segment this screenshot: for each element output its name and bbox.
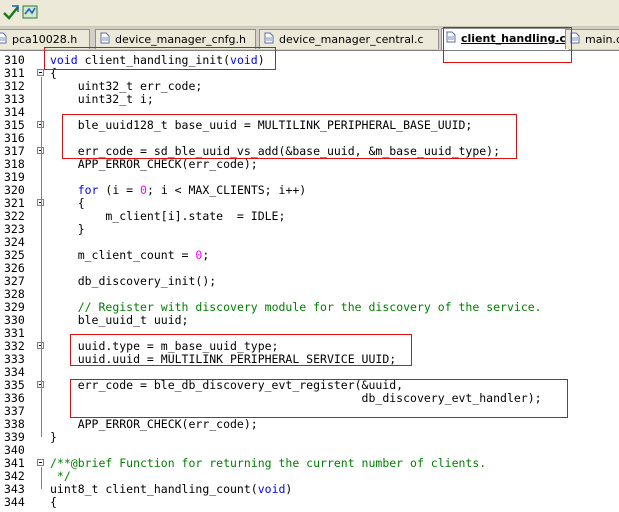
code-text: ble_uuid_t uuid; xyxy=(50,313,189,327)
code-text: for (i = 0; i < MAX_CLIENTS; i++) xyxy=(77,183,307,197)
code-text: uint8_t client_handling_count(void) xyxy=(50,482,293,496)
code-text: uint32_t i; xyxy=(50,92,154,106)
code-line[interactable]: 343 uint8_t client_handling_count(void) xyxy=(0,483,619,496)
code-text: db_discovery_init(); xyxy=(50,274,217,288)
code-line[interactable]: 333 uuid.uuid = MULTILINK_PERIPHERAL_SER… xyxy=(0,353,619,366)
code-text: uuid.uuid = MULTILINK_PERIPHERAL_SERVICE… xyxy=(50,352,397,366)
tab-client-handling-c[interactable]: client_handling.c xyxy=(441,28,570,50)
code-text: APP_ERROR_CHECK(err_code); xyxy=(50,417,258,431)
code-text: APP_ERROR_CHECK(err_code); xyxy=(50,157,258,171)
tab-label: pca10028.h xyxy=(12,33,78,46)
code-line[interactable]: 338 APP_ERROR_CHECK(err_code); xyxy=(0,418,619,431)
code-line[interactable]: 344 { xyxy=(0,496,619,509)
fold-toggle-icon[interactable] xyxy=(37,459,44,466)
code-line[interactable]: 327 db_discovery_init(); xyxy=(0,275,619,288)
code-text: db_discovery_evt_handler); xyxy=(50,391,542,405)
fold-toggle-icon[interactable] xyxy=(37,69,44,76)
tab-label: main.c xyxy=(585,33,619,46)
code-line[interactable]: 310 void client_handling_init(void) xyxy=(0,54,619,67)
code-line[interactable]: 330 ble_uuid_t uuid; xyxy=(0,314,619,327)
tab-label: device_manager_cnfg.h xyxy=(115,33,246,46)
tab-main-c[interactable]: main.c xyxy=(565,29,619,49)
fold-guide xyxy=(41,77,42,437)
code-line[interactable]: 322 m_client[i].state = IDLE; xyxy=(0,210,619,223)
tab-label: device_manager_central.c xyxy=(279,33,424,46)
code-line[interactable]: 313 uint32_t i; xyxy=(0,93,619,106)
file-icon xyxy=(0,31,7,50)
code-text: void client_handling_init(void) xyxy=(50,53,265,67)
line-number: 344 xyxy=(4,495,25,509)
code-text: /**@brief Function for returning the cur… xyxy=(50,456,487,470)
code-line[interactable]: 315 ble_uuid128_t base_uuid = MULTILINK_… xyxy=(0,119,619,132)
code-line[interactable]: 336 db_discovery_evt_handler); xyxy=(0,392,619,405)
fold-guide xyxy=(41,467,42,489)
code-text: } xyxy=(50,430,57,444)
file-icon xyxy=(264,31,274,50)
refresh-icon[interactable] xyxy=(21,3,39,21)
file-icon xyxy=(100,31,110,50)
code-line[interactable]: 341/**@brief Function for returning the … xyxy=(0,457,619,470)
code-text: } xyxy=(50,222,85,236)
tab-pca10028-h[interactable]: pca10028.h xyxy=(0,29,90,49)
arrow-icon[interactable] xyxy=(2,3,20,21)
code-line[interactable]: 323 } xyxy=(0,223,619,236)
code-line[interactable]: 320 for (i = 0; i < MAX_CLIENTS; i++) xyxy=(0,184,619,197)
tab-device-manager-cnfg-h[interactable]: device_manager_cnfg.h xyxy=(95,29,256,49)
fold-guide xyxy=(41,207,42,229)
file-icon xyxy=(446,30,456,49)
code-text: ble_uuid128_t base_uuid = MULTILINK_PERI… xyxy=(50,118,473,132)
tab-label: client_handling.c xyxy=(461,32,567,45)
code-editor[interactable]: 310 void client_handling_init(void) 311{31… xyxy=(0,47,619,512)
code-line[interactable]: 339} xyxy=(0,431,619,444)
file-icon xyxy=(570,31,580,50)
toolbar xyxy=(0,0,619,27)
code-line[interactable]: 318 APP_ERROR_CHECK(err_code); xyxy=(0,158,619,171)
code-text: { xyxy=(50,495,57,509)
code-line[interactable]: 325 m_client_count = 0; xyxy=(0,249,619,262)
code-text: m_client_count = 0; xyxy=(50,248,210,262)
editor-tab-bar: pca10028.h device_manager_cnfg.h device_ma… xyxy=(0,27,619,51)
tab-device-manager-central-c[interactable]: device_manager_central.c xyxy=(259,29,439,49)
code-text: m_client[i].state = IDLE; xyxy=(50,209,286,223)
